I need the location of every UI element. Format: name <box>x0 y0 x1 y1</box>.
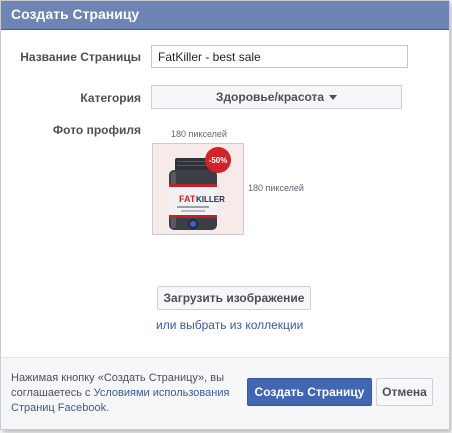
profile-photo-label: Фото профиля <box>52 123 141 137</box>
terms-suffix: . <box>106 402 110 414</box>
create-page-dialog: Создать Страницу Название Страницы Катег… <box>0 0 450 430</box>
category-value: Здоровье/красота <box>215 90 325 104</box>
category-label: Категория <box>80 91 141 105</box>
dialog-title: Создать Страницу <box>11 6 140 22</box>
discount-badge: -50% <box>209 156 228 165</box>
category-select[interactable]: Здоровье/красота <box>151 85 402 109</box>
brand-text-fat: FAT <box>179 194 196 204</box>
terms-notice: Нажимая кнопку «Создать Страницу», вы со… <box>11 371 236 416</box>
dialog-footer: Нажимая кнопку «Создать Страницу», вы со… <box>1 357 449 429</box>
brand-text-killer: KILLER <box>196 195 225 204</box>
page-name-label: Название Страницы <box>20 50 141 64</box>
photo-height-hint: 180 пикселей <box>248 183 304 193</box>
dialog-header: Создать Страницу <box>1 1 449 30</box>
cancel-button[interactable]: Отмена <box>376 378 433 406</box>
page-name-input[interactable] <box>151 45 408 68</box>
profile-photo-preview: FAT KILLER -50% <box>152 143 244 235</box>
chevron-down-icon <box>329 95 338 101</box>
photo-width-hint: 180 пикселей <box>171 129 227 139</box>
choose-from-collection-link[interactable]: или выбрать из коллекции <box>156 318 303 332</box>
create-page-button[interactable]: Создать Страницу <box>247 378 372 406</box>
supplement-jar-image: FAT KILLER -50% <box>153 144 243 234</box>
upload-image-button[interactable]: Загрузить изображение <box>157 286 311 310</box>
